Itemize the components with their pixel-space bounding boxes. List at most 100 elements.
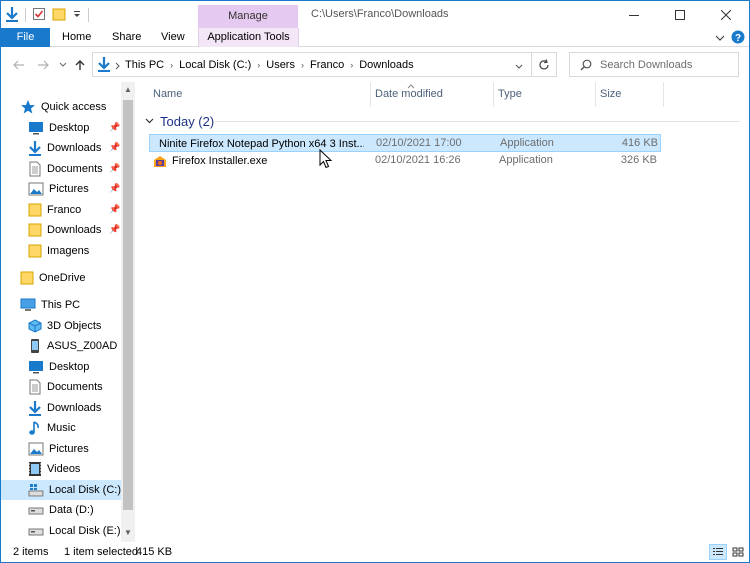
search-placeholder: Search Downloads — [600, 58, 693, 71]
chevron-down-icon — [145, 118, 154, 124]
phone-icon — [31, 339, 39, 353]
nav-label: Videos — [47, 463, 81, 475]
scroll-down-icon[interactable]: ▼ — [123, 528, 133, 540]
column-header-type[interactable]: Type — [494, 82, 596, 107]
address-bar[interactable]: This PC › Local Disk (C:) › Users › Fran… — [92, 52, 532, 77]
nav-pc-videos[interactable]: Videos — [28, 459, 80, 479]
pictures-icon — [28, 442, 44, 456]
nav-label: Desktop — [49, 361, 90, 373]
pin-icon: 📌 — [109, 204, 121, 214]
quick-access-toolbar — [5, 5, 89, 25]
drive-icon — [28, 528, 44, 536]
nav-label: This PC — [41, 299, 81, 311]
new-folder-icon[interactable] — [52, 7, 66, 24]
svg-text:?: ? — [735, 33, 741, 44]
properties-icon[interactable] — [32, 7, 46, 24]
scroll-up-icon[interactable]: ▲ — [123, 85, 133, 97]
nav-label: Local Disk (E:) — [49, 525, 121, 537]
nav-pc-local-disk-e[interactable]: Local Disk (E:) — [28, 521, 121, 541]
chevron-down-icon — [59, 62, 67, 67]
minimize-button[interactable] — [611, 1, 657, 28]
close-button[interactable] — [703, 1, 749, 28]
tab-view[interactable]: View — [161, 28, 185, 47]
download-icon[interactable] — [5, 6, 19, 25]
group-header-today[interactable]: Today (2) — [145, 112, 214, 130]
chevron-right-icon[interactable]: › — [170, 60, 173, 70]
refresh-button[interactable] — [532, 52, 557, 77]
nav-this-pc[interactable]: This PC — [20, 295, 80, 315]
qat-separator — [88, 8, 89, 22]
nav-label: ASUS_Z00AD — [47, 340, 118, 352]
nav-qa-downloads[interactable]: Downloads 📌 — [28, 138, 124, 158]
file-row[interactable]: Firefox Installer.exe 02/10/2021 16:26 A… — [149, 152, 661, 170]
back-button[interactable] — [11, 57, 27, 73]
expand-ribbon-icon[interactable] — [715, 33, 725, 45]
tab-application-tools[interactable]: Application Tools — [198, 28, 299, 47]
search-input[interactable]: Search Downloads — [569, 52, 739, 77]
nav-label: Pictures — [49, 183, 89, 195]
tab-file[interactable]: File — [1, 28, 50, 47]
nav-qa-franco[interactable]: Franco 📌 — [28, 200, 124, 220]
nav-pc-documents[interactable]: Documents — [28, 377, 103, 397]
maximize-button[interactable] — [657, 1, 703, 28]
nav-quick-access[interactable]: Quick access — [20, 97, 106, 117]
tab-share[interactable]: Share — [112, 28, 141, 47]
tab-home[interactable]: Home — [62, 28, 91, 47]
ribbon-right-controls: ? — [715, 30, 745, 47]
address-dropdown-icon[interactable] — [515, 61, 523, 73]
pin-icon: 📌 — [109, 224, 121, 234]
nav-qa-imagens[interactable]: Imagens — [28, 241, 89, 261]
nav-pc-downloads[interactable]: Downloads — [28, 398, 101, 418]
column-header-name[interactable]: Name — [149, 82, 371, 107]
back-arrow-icon — [13, 60, 24, 70]
navigation-pane: Quick access Desktop 📌 Downloads 📌 Docum… — [1, 82, 135, 542]
forward-arrow-icon — [38, 60, 49, 70]
desktop-icon — [29, 122, 43, 135]
chevron-right-icon[interactable]: › — [257, 60, 260, 70]
column-header-size[interactable]: Size — [596, 82, 664, 107]
chevron-right-icon[interactable]: › — [350, 60, 353, 70]
scrollbar-thumb[interactable] — [123, 100, 133, 510]
nav-pc-local-disk-c[interactable]: Local Disk (C:) — [1, 480, 121, 500]
breadcrumb-this-pc[interactable]: This PC — [125, 59, 164, 71]
nav-onedrive[interactable]: OneDrive — [20, 268, 85, 288]
nav-pc-data-d[interactable]: Data (D:) — [28, 500, 94, 520]
refresh-icon — [539, 58, 549, 69]
nav-label: Documents — [47, 163, 103, 175]
up-button[interactable] — [72, 57, 88, 73]
forward-button[interactable] — [35, 57, 51, 73]
folder-icon — [20, 271, 34, 285]
nav-pc-music[interactable]: Music — [28, 418, 76, 438]
breadcrumb-franco[interactable]: Franco — [310, 59, 344, 71]
nav-pc-asus[interactable]: ASUS_Z00AD — [28, 336, 117, 356]
navigation-scrollbar[interactable]: ▲ ▼ — [121, 82, 135, 542]
nav-qa-documents[interactable]: Documents 📌 — [28, 159, 124, 179]
document-icon — [29, 379, 41, 395]
column-header-date[interactable]: Date modified — [371, 82, 494, 107]
file-row[interactable]: Ninite Firefox Notepad Python x64 3 Inst… — [149, 134, 661, 152]
nav-qa-downloads-2[interactable]: Downloads 📌 — [28, 220, 124, 240]
customize-qat-icon[interactable] — [72, 9, 82, 22]
explorer-window: Manage C:\Users\Franco\Downloads File Ho… — [0, 0, 750, 563]
3d-objects-icon — [28, 319, 42, 333]
chevron-right-icon[interactable]: › — [301, 60, 304, 70]
file-size: 326 KB — [620, 154, 657, 166]
large-icons-view-button[interactable] — [729, 544, 747, 560]
nav-pc-pictures[interactable]: Pictures — [28, 439, 89, 459]
breadcrumb-local-disk[interactable]: Local Disk (C:) — [179, 59, 251, 71]
recent-locations-button[interactable] — [55, 57, 71, 73]
nav-pc-desktop[interactable]: Desktop — [28, 357, 89, 377]
file-date: 02/10/2021 17:00 — [376, 137, 462, 149]
file-date: 02/10/2021 16:26 — [375, 154, 461, 166]
help-icon[interactable]: ? — [731, 30, 745, 47]
nav-qa-desktop[interactable]: Desktop 📌 — [28, 118, 124, 138]
breadcrumb-downloads[interactable]: Downloads — [359, 59, 413, 71]
file-list-pane: Name Date modified Type Size Today (2) N… — [135, 82, 749, 542]
breadcrumb-users[interactable]: Users — [266, 59, 295, 71]
status-selection-size: 415 KB — [136, 546, 173, 558]
firefox-installer-icon — [154, 156, 166, 167]
mouse-cursor-icon — [319, 149, 333, 169]
nav-qa-pictures[interactable]: Pictures 📌 — [28, 179, 124, 199]
nav-pc-3d-objects[interactable]: 3D Objects — [28, 316, 101, 336]
details-view-button[interactable] — [709, 544, 727, 560]
